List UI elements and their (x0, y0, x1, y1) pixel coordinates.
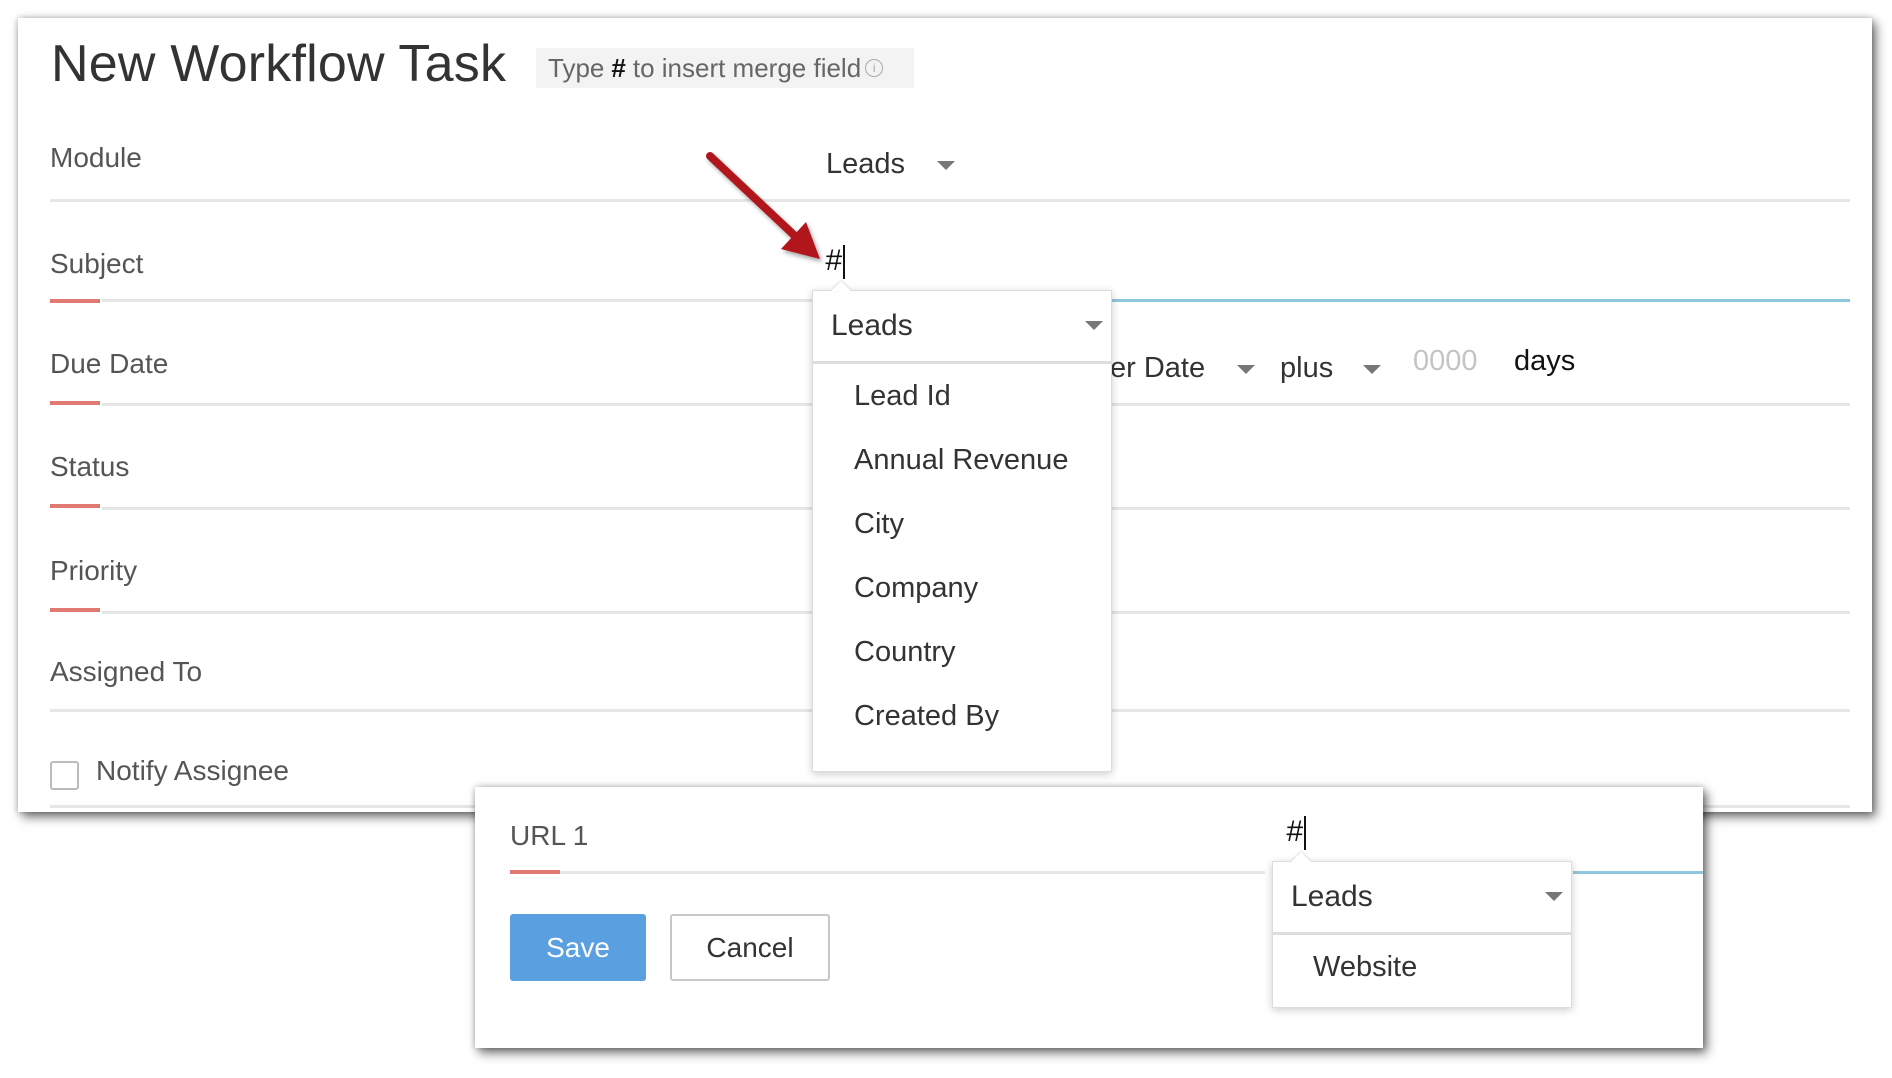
url-edit-panel: URL 1 # Save Cancel Leads Website (475, 787, 1703, 1048)
chevron-down-icon (1545, 892, 1563, 901)
save-button[interactable]: Save (510, 914, 646, 981)
url-input-value: # (1286, 815, 1303, 848)
url-input[interactable]: # (1286, 815, 1306, 851)
required-marker (510, 870, 560, 874)
cancel-button[interactable]: Cancel (670, 914, 830, 981)
url-merge-module-select[interactable]: Leads (1273, 862, 1571, 935)
merge-field-option[interactable]: Website (1273, 935, 1571, 999)
url-label: URL 1 (510, 820, 589, 851)
text-cursor (1303, 816, 1306, 851)
dropdown-pointer (1291, 852, 1311, 862)
url-merge-module-value: Leads (1291, 880, 1373, 913)
url-focus-line (1573, 871, 1703, 874)
divider (560, 871, 1265, 874)
url-merge-field-dropdown: Leads Website (1272, 852, 1572, 1008)
